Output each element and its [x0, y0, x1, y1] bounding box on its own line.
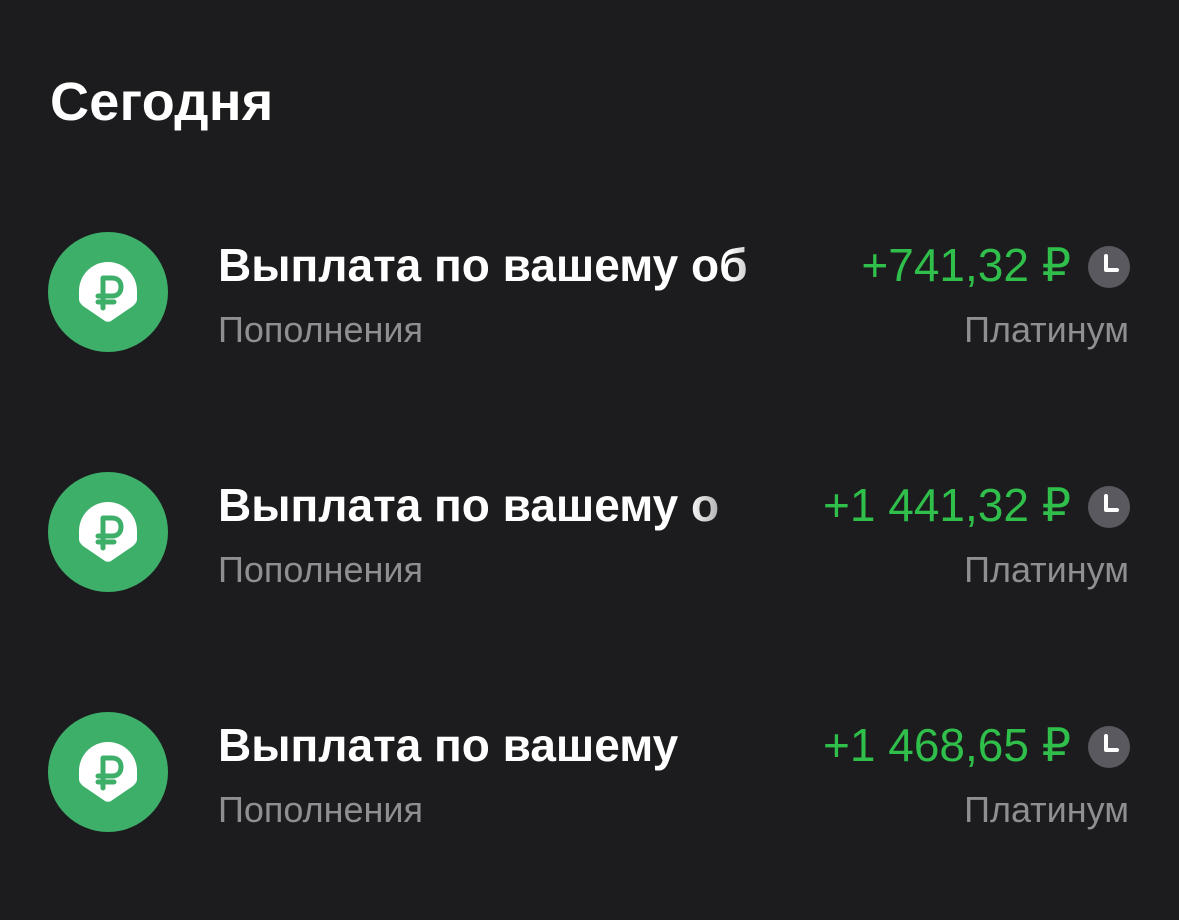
operation-row[interactable]: Выплата по вашему Пополнения +1 468,65 ₽…: [0, 712, 1179, 832]
operation-amount: +741,32 ₽: [861, 239, 1071, 291]
operation-account: Платинум: [964, 789, 1129, 830]
operation-category: Пополнения: [218, 309, 424, 350]
operation-row[interactable]: Выплата по вашему об Пополнения +741,32 …: [0, 232, 1179, 352]
operation-account: Платинум: [964, 309, 1129, 350]
operation-title: Выплата по вашему о: [218, 479, 720, 531]
operation-title-container: Выплата по вашему о: [218, 476, 778, 536]
operation-title-container: Выплата по вашему об: [218, 236, 818, 296]
operation-category: Пополнения: [218, 789, 424, 830]
ruble-badge-icon: [48, 232, 168, 352]
operation-category: Пополнения: [218, 549, 424, 590]
operation-title: Выплата по вашему об: [218, 239, 748, 291]
operation-account: Платинум: [964, 549, 1129, 590]
operation-title-container: Выплата по вашему: [218, 716, 768, 776]
section-title-today: Сегодня: [50, 72, 274, 132]
clock-icon: [1088, 246, 1130, 288]
ruble-badge-icon: [48, 712, 168, 832]
operation-amount: +1 468,65 ₽: [823, 719, 1071, 771]
operation-row[interactable]: Выплата по вашему о Пополнения +1 441,32…: [0, 472, 1179, 592]
operation-amount: +1 441,32 ₽: [823, 479, 1071, 531]
clock-icon: [1088, 726, 1130, 768]
operation-title: Выплата по вашему: [218, 719, 679, 771]
ruble-badge-icon: [48, 472, 168, 592]
clock-icon: [1088, 486, 1130, 528]
